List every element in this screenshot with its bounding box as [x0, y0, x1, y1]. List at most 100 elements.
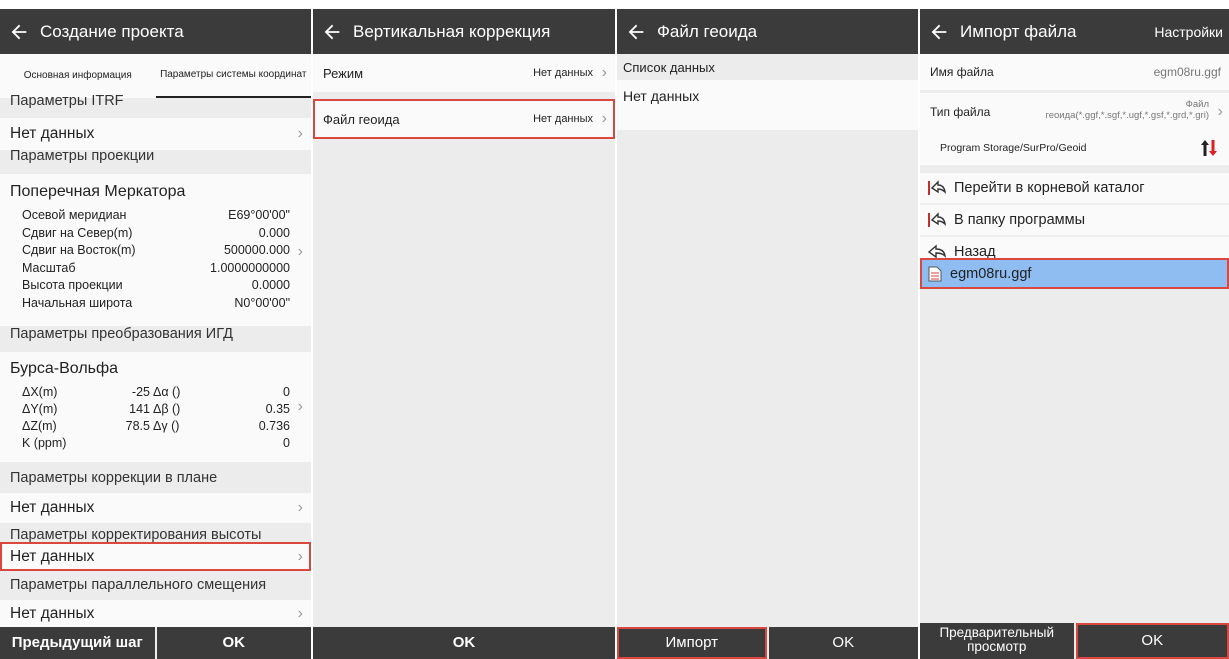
projection-param-value: N0°00'00": [234, 295, 290, 310]
igd-param-label: ΔY(m): [22, 402, 58, 416]
igd-param-label-2: Δγ (): [153, 419, 180, 433]
page-title: Создание проекта: [40, 21, 184, 41]
plane-value: Нет данных: [10, 499, 95, 516]
ok-button[interactable]: OK: [156, 627, 311, 659]
igd-param-value-2: 0.35: [265, 402, 290, 416]
chevron-right-icon: ›: [297, 547, 303, 565]
header: Импорт файла Настройки: [920, 9, 1229, 54]
tab-basic-info[interactable]: Основная информация: [0, 54, 156, 98]
geoid-file-row[interactable]: Файл геоида Нет данных ›: [313, 99, 615, 139]
back-arrow-icon[interactable]: [8, 21, 30, 43]
empty-list-item: Нет данных: [617, 80, 918, 130]
projection-param-value: 1.0000000000: [210, 260, 290, 275]
chevron-right-icon: ›: [601, 110, 607, 127]
projection-param-label: Сдвиг на Север(m): [22, 225, 133, 240]
projection-param-value: 0.0000: [251, 278, 290, 292]
igd-name: Бурса-Вольфа: [10, 360, 119, 377]
igd-param-value: 141: [129, 402, 150, 416]
projection-name: Поперечная Меркатора: [10, 183, 186, 200]
parallel-value: Нет данных: [10, 605, 95, 622]
chevron-right-icon: ›: [297, 125, 303, 142]
back-arrow-icon[interactable]: [625, 21, 647, 43]
file-item-egm08ru[interactable]: egm08ru.ggf: [920, 258, 1229, 289]
height-correction-row[interactable]: Нет данных ›: [0, 542, 311, 571]
page-title: Файл геоида: [657, 21, 758, 41]
file-import-panel: Импорт файла Настройки Имя файла egm08ru…: [920, 9, 1229, 659]
back-arrow-icon[interactable]: [321, 21, 343, 43]
sort-icon[interactable]: [1201, 139, 1217, 157]
projection-param-label: Начальная широта: [22, 295, 133, 310]
footer-bar: Предварительный просмотр OK: [920, 623, 1229, 659]
preview-button[interactable]: Предварительный просмотр: [920, 623, 1074, 659]
ok-button[interactable]: OK: [1075, 623, 1229, 659]
chevron-right-icon: ›: [297, 499, 303, 516]
app-folder-label: В папку программы: [954, 212, 1086, 228]
ok-button[interactable]: OK: [768, 627, 918, 659]
projection-param-value: E69°00'00": [228, 208, 290, 222]
app-folder-row[interactable]: В папку программы: [920, 205, 1229, 235]
app-folder-icon: [928, 212, 946, 227]
igd-param-label: ΔZ(m): [22, 419, 57, 433]
ok-button[interactable]: OK: [313, 627, 615, 659]
igd-param-value: 78.5: [125, 419, 150, 433]
projection-param-label: Осевой меридиан: [22, 208, 127, 222]
go-root-row[interactable]: Перейти в корневой каталог: [920, 173, 1229, 203]
igd-param-label: K (ppm): [22, 436, 67, 450]
footer-bar: Импорт OK: [617, 627, 918, 659]
root-folder-icon: [928, 180, 946, 195]
filename-value: egm08ru.ggf: [1153, 65, 1221, 79]
header: Файл геоида: [617, 9, 918, 54]
chevron-right-icon: ›: [297, 398, 303, 415]
footer-bar: OK: [313, 627, 615, 659]
igd-param-value-2: 0.736: [258, 419, 290, 433]
parallel-section-title: Параметры параллельного смещения: [10, 577, 267, 593]
filetype-value: Файл геоида(*.ggf,*.sgf,*.ugf,*.gsf,*.gr…: [1045, 99, 1209, 121]
header: Вертикальная коррекция: [313, 9, 615, 54]
igd-param-value-2: 0: [283, 385, 290, 399]
chevron-right-icon: ›: [297, 605, 303, 622]
filetype-row[interactable]: Тип файла Файл геоида(*.ggf,*.sgf,*.ugf,…: [920, 93, 1229, 131]
tab-coordinate-params[interactable]: Параметры системы координат: [155, 54, 311, 98]
footer-bar: Предыдущий шаг OK: [0, 627, 311, 659]
header: Создание проекта: [0, 9, 311, 54]
igd-param-label-2: Δα (): [153, 385, 181, 399]
mode-value: Нет данных: [533, 67, 593, 79]
document-icon: [928, 266, 942, 281]
igd-section-title: Параметры преобразования ИГД: [10, 326, 233, 342]
path-row: Program Storage/SurPro/Geoid: [920, 131, 1229, 165]
igd-param-label: ΔX(m): [22, 385, 58, 399]
go-root-label: Перейти в корневой каталог: [954, 180, 1145, 196]
projection-param-label: Высота проекции: [22, 278, 123, 292]
chevron-right-icon: ›: [297, 243, 303, 260]
import-button[interactable]: Импорт: [617, 627, 767, 659]
itrf-section-title: Параметры ITRF: [10, 93, 124, 109]
back-arrow-icon[interactable]: [928, 21, 950, 43]
igd-param-value-2: 0: [283, 436, 290, 450]
mode-row[interactable]: Режим Нет данных ›: [313, 54, 615, 92]
mode-label: Режим: [323, 65, 364, 81]
settings-button[interactable]: Настройки: [1154, 24, 1223, 40]
height-value: Нет данных: [10, 547, 95, 565]
projection-param-label: Сдвиг на Восток(m): [22, 243, 136, 257]
file-item-label: egm08ru.ggf: [950, 265, 1032, 282]
parallel-row[interactable]: Нет данных ›: [0, 600, 311, 628]
igd-param-value: -25: [131, 385, 150, 399]
plane-section-title: Параметры коррекции в плане: [10, 470, 218, 486]
previous-step-button[interactable]: Предыдущий шаг: [0, 627, 155, 659]
filename-row[interactable]: Имя файла egm08ru.ggf: [920, 54, 1229, 90]
projection-param-value: 0.000: [258, 225, 290, 240]
projection-section-title: Параметры проекции: [10, 148, 155, 164]
geoid-value: Нет данных: [533, 113, 593, 125]
filename-label: Имя файла: [930, 65, 994, 79]
height-section-title: Параметры корректирования высоты: [10, 527, 262, 543]
geoid-file-panel: Файл геоида Список данных Нет данных Имп…: [617, 9, 918, 659]
projection-param-label: Масштаб: [22, 260, 76, 275]
projection-param-value: 500000.000: [223, 243, 290, 257]
chevron-right-icon: ›: [1217, 103, 1223, 120]
chevron-right-icon: ›: [601, 64, 607, 81]
current-path: Program Storage/SurPro/Geoid: [940, 142, 1087, 154]
vertical-correction-panel: Вертикальная коррекция Режим Нет данных …: [313, 9, 615, 659]
itrf-row[interactable]: Нет данных ›: [0, 118, 311, 150]
list-header-label: Список данных: [623, 59, 715, 75]
plane-row[interactable]: Нет данных ›: [0, 493, 311, 523]
